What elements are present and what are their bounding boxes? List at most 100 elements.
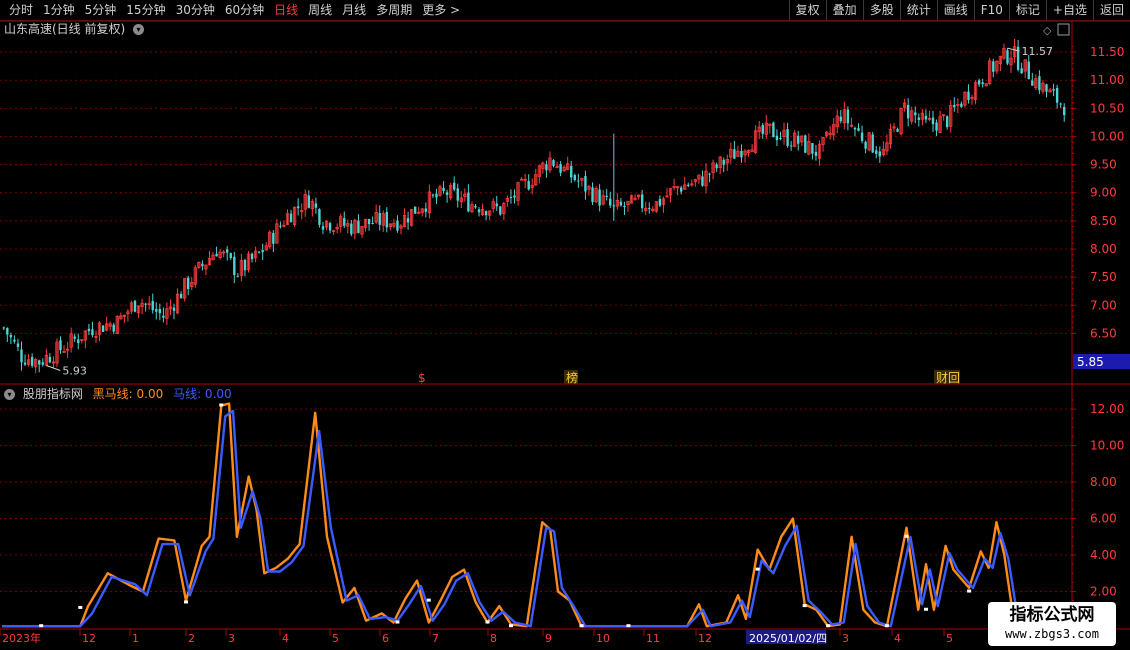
candle-body xyxy=(371,222,374,224)
candle-body xyxy=(467,192,470,212)
x-axis-label: 6 xyxy=(382,632,389,645)
candle-body xyxy=(1038,76,1041,91)
candle-body xyxy=(73,336,76,339)
candle-body xyxy=(30,357,34,366)
x-axis-label: 2023年 xyxy=(2,631,41,645)
candle-body xyxy=(442,187,445,191)
sub-y-tick-label: 12.00 xyxy=(1090,402,1124,416)
x-axis-label: 9 xyxy=(545,632,552,645)
main-y-tick-label: 7.50 xyxy=(1090,270,1117,284)
signal-marker xyxy=(755,567,760,571)
candle-body xyxy=(1027,61,1030,79)
candle-body xyxy=(261,250,264,253)
candle-body xyxy=(318,209,321,225)
candle-body xyxy=(871,134,874,153)
candle-body xyxy=(1055,87,1059,103)
main-y-tick-label: 9.00 xyxy=(1090,186,1117,200)
signal-marker xyxy=(967,589,972,593)
candle-body xyxy=(38,360,41,365)
candle-body xyxy=(23,362,27,365)
candle-body xyxy=(701,176,704,186)
candle-body xyxy=(623,205,626,208)
chart-labels: 11.50 11.00 10.50 10.00 9.50 9.00 8.50 8.00 7.50… xyxy=(2,23,1130,645)
x-axis-label: 12 xyxy=(698,632,712,645)
event-marker: 财回 xyxy=(936,371,960,385)
candle-body xyxy=(857,128,860,131)
candle-body xyxy=(591,187,594,203)
candle-body xyxy=(797,135,800,144)
candle-body xyxy=(41,362,44,365)
candle-body xyxy=(20,349,23,363)
x-axis-label: 7 xyxy=(432,632,439,645)
candle-body xyxy=(6,327,9,335)
sub-y-tick-label: 10.00 xyxy=(1090,439,1124,453)
candle-body xyxy=(981,82,984,85)
signal-marker xyxy=(826,624,831,628)
main-y-tick-label: 9.50 xyxy=(1090,158,1117,172)
candle-body xyxy=(775,135,779,141)
candle-body xyxy=(811,143,814,154)
indicator-name: 股朋指标网 xyxy=(22,387,83,401)
chevron-down-icon[interactable]: ▾ xyxy=(4,389,15,400)
candle-body xyxy=(413,206,417,214)
candle-body xyxy=(112,324,115,332)
candle-body xyxy=(495,203,498,207)
candle-body xyxy=(484,211,488,216)
candle-body xyxy=(144,303,147,305)
candle-body xyxy=(924,115,928,120)
candle-body xyxy=(201,263,204,267)
candle-body xyxy=(935,122,938,131)
candle-body xyxy=(179,293,183,299)
candle-body xyxy=(101,325,105,332)
signal-marker xyxy=(802,604,807,608)
candle-body xyxy=(761,125,764,134)
candle-body xyxy=(350,223,353,235)
candle-body xyxy=(435,193,438,198)
watermark-title: 指标公式网 xyxy=(1009,605,1095,625)
candle-body xyxy=(779,138,782,140)
candle-body xyxy=(445,192,449,195)
candle-body xyxy=(257,251,261,253)
candle-body xyxy=(378,213,381,225)
candle-body xyxy=(229,253,232,259)
signal-marker xyxy=(78,605,83,609)
candle-body xyxy=(740,150,743,158)
sub-y-tick-label: 4.00 xyxy=(1090,548,1117,562)
candle-body xyxy=(789,145,793,147)
candlestick-series xyxy=(2,38,1066,374)
current-price-label: 5.85 xyxy=(1077,355,1104,369)
chart-canvas[interactable]: 11.50 11.00 10.50 10.00 9.50 9.00 8.50 8.00 7.50… xyxy=(0,0,1130,650)
candle-body xyxy=(577,180,580,182)
main-y-tick-label: 10.50 xyxy=(1090,101,1124,115)
indicator-line-ma xyxy=(2,409,1018,628)
line1-value: 黑马线: 0.00 xyxy=(92,387,164,401)
main-y-tick-label: 10.00 xyxy=(1090,129,1124,143)
candle-body xyxy=(559,164,562,173)
candle-body xyxy=(296,206,300,209)
candle-body xyxy=(16,343,20,347)
candle-body xyxy=(573,175,576,181)
candle-body xyxy=(605,195,608,197)
event-marker: $ xyxy=(418,371,426,385)
candle-body xyxy=(846,109,850,124)
line2-value: 马线: 0.00 xyxy=(173,387,232,401)
signal-marker xyxy=(39,624,44,628)
watermark-url: www.zbgs3.com xyxy=(1005,627,1099,641)
signal-marker xyxy=(904,534,909,538)
candle-body xyxy=(87,328,91,332)
candle-body xyxy=(133,300,137,312)
candle-body xyxy=(289,213,293,223)
candle-body xyxy=(385,211,389,228)
candle-body xyxy=(658,199,662,206)
x-axis-label: 4 xyxy=(894,632,901,645)
candle-body xyxy=(1020,68,1023,74)
x-axis-label: 4 xyxy=(282,632,289,645)
candle-body xyxy=(77,339,80,344)
event-marker: 榜 xyxy=(566,370,578,385)
candle-body xyxy=(945,116,949,128)
candle-body xyxy=(967,91,970,100)
candle-body xyxy=(715,164,718,169)
candle-body xyxy=(48,356,52,363)
signal-marker xyxy=(485,620,490,624)
candle-body xyxy=(250,253,254,260)
